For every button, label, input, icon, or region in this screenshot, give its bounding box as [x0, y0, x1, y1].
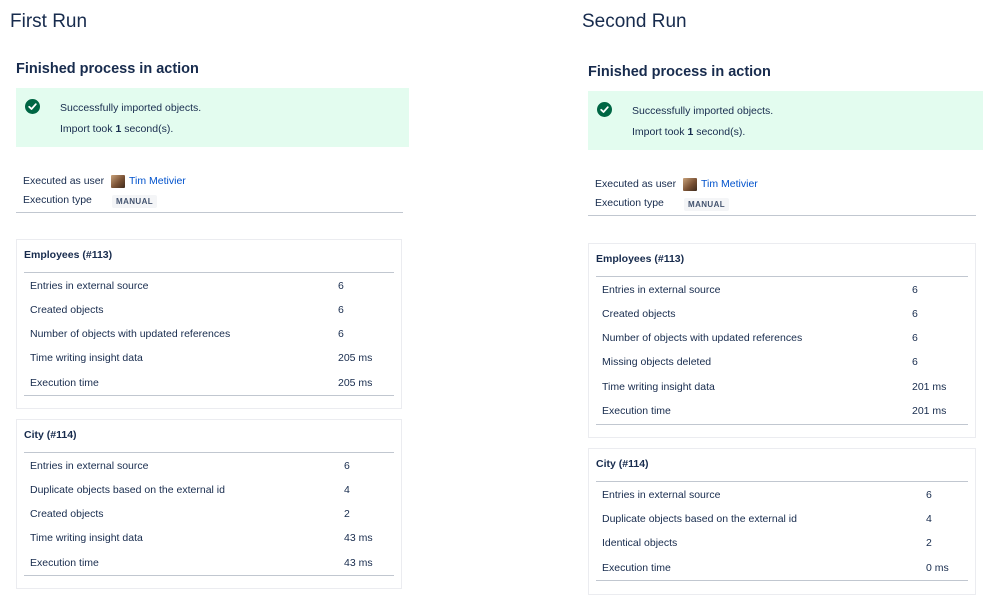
stat-value: 6 [926, 489, 932, 501]
card-title: Employees (#113) [24, 249, 113, 261]
stat-label: Entries in external source [602, 489, 721, 501]
divider [596, 481, 968, 482]
stat-value: 6 [338, 328, 344, 340]
execution-type-label: Execution type [595, 197, 664, 209]
stat-label: Number of objects with updated reference… [602, 332, 803, 344]
success-text: Successfully imported objects. [60, 102, 202, 114]
import-card-employees: Employees (#113) Entries in external sou… [16, 239, 402, 409]
divider [24, 575, 394, 576]
stat-value: 6 [912, 284, 918, 296]
stat-label: Entries in external source [30, 460, 149, 472]
stat-value: 6 [338, 304, 344, 316]
divider [16, 212, 403, 213]
divider [24, 452, 394, 453]
run-title: First Run [10, 11, 88, 32]
stat-label: Entries in external source [30, 280, 149, 292]
stat-value: 6 [912, 332, 918, 344]
stat-label: Execution time [602, 562, 671, 574]
card-title: City (#114) [596, 458, 649, 470]
stat-value: 2 [926, 537, 932, 549]
divider [24, 272, 394, 273]
stat-label: Duplicate objects based on the external … [602, 513, 797, 525]
check-circle-icon [597, 102, 612, 117]
execution-meta: Executed as user Tim Metivier Execution … [588, 173, 976, 217]
stat-value: 0 ms [926, 562, 949, 574]
execution-type-badge: MANUAL [684, 198, 730, 211]
import-duration-text: Import took 1 second(s). [632, 126, 746, 138]
stat-label: Created objects [30, 304, 104, 316]
success-message: Successfully imported objects. Import to… [16, 88, 409, 147]
stat-value: 43 ms [344, 557, 373, 569]
stat-label: Time writing insight data [30, 532, 143, 544]
stat-label: Identical objects [602, 537, 678, 549]
stat-label: Execution time [602, 405, 671, 417]
stat-label: Time writing insight data [30, 352, 143, 364]
execution-type-label: Execution type [23, 194, 92, 206]
divider [596, 580, 968, 581]
run-title: Second Run [582, 11, 687, 32]
execution-type-badge: MANUAL [112, 195, 158, 208]
import-duration-text: Import took 1 second(s). [60, 123, 174, 135]
user-avatar-icon [683, 178, 697, 191]
stat-label: Entries in external source [602, 284, 721, 296]
user-link[interactable]: Tim Metivier [701, 178, 758, 190]
stat-label: Execution time [30, 557, 99, 569]
import-card-city: City (#114) Entries in external source 6… [588, 448, 976, 595]
divider [588, 215, 976, 216]
user-link[interactable]: Tim Metivier [129, 175, 186, 187]
check-circle-icon [25, 99, 40, 114]
divider [596, 424, 968, 425]
divider [24, 395, 394, 396]
executed-as-label: Executed as user [595, 178, 677, 190]
stat-value: 205 ms [338, 352, 373, 364]
card-title: Employees (#113) [596, 253, 685, 265]
execution-meta: Executed as user Tim Metivier Execution … [16, 170, 403, 214]
stat-value: 4 [926, 513, 932, 525]
stat-value: 6 [912, 356, 918, 368]
user-avatar-icon [111, 175, 125, 188]
stat-value: 6 [344, 460, 350, 472]
executed-as-label: Executed as user [23, 175, 105, 187]
stat-value: 6 [912, 308, 918, 320]
stat-value: 201 ms [912, 381, 947, 393]
stat-label: Execution time [30, 377, 99, 389]
stat-value: 43 ms [344, 532, 373, 544]
divider [596, 276, 968, 277]
process-subtitle: Finished process in action [16, 61, 199, 77]
stat-label: Time writing insight data [602, 381, 715, 393]
process-subtitle: Finished process in action [588, 64, 771, 80]
stat-label: Number of objects with updated reference… [30, 328, 231, 340]
import-card-city: City (#114) Entries in external source 6… [16, 419, 402, 589]
stat-value: 2 [344, 508, 350, 520]
stat-value: 6 [338, 280, 344, 292]
success-text: Successfully imported objects. [632, 105, 774, 117]
stat-value: 201 ms [912, 405, 947, 417]
stat-label: Missing objects deleted [602, 356, 712, 368]
import-card-employees: Employees (#113) Entries in external sou… [588, 243, 976, 438]
stat-label: Created objects [30, 508, 104, 520]
stat-label: Duplicate objects based on the external … [30, 484, 225, 496]
success-message: Successfully imported objects. Import to… [588, 91, 983, 150]
stat-value: 205 ms [338, 377, 373, 389]
stat-label: Created objects [602, 308, 676, 320]
stat-value: 4 [344, 484, 350, 496]
card-title: City (#114) [24, 429, 77, 441]
